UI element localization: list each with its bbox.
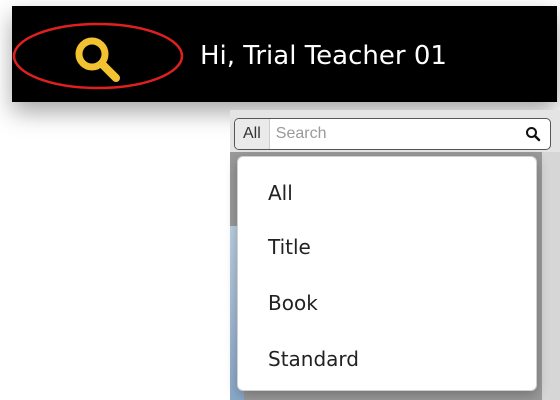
user-greeting: Hi, Trial Teacher 01 xyxy=(200,41,447,71)
highlight-circle xyxy=(12,22,184,90)
search-icon xyxy=(526,127,541,142)
header-search-button[interactable] xyxy=(12,20,184,92)
search-input[interactable] xyxy=(269,119,516,149)
dropdown-item-book[interactable]: Book xyxy=(238,275,536,331)
search-scope-dropdown: All Title Book Standard xyxy=(237,156,537,391)
scrollbar[interactable] xyxy=(542,152,560,400)
dropdown-item-standard[interactable]: Standard xyxy=(238,331,536,387)
dropdown-item-title[interactable]: Title xyxy=(238,219,536,275)
search-icon xyxy=(75,37,120,82)
top-header: Hi, Trial Teacher 01 xyxy=(12,6,557,102)
search-submit-button[interactable] xyxy=(516,119,550,149)
dropdown-item-all[interactable]: All xyxy=(238,167,536,219)
search-bar: All xyxy=(234,118,551,150)
search-scope-select[interactable]: All xyxy=(235,119,270,149)
